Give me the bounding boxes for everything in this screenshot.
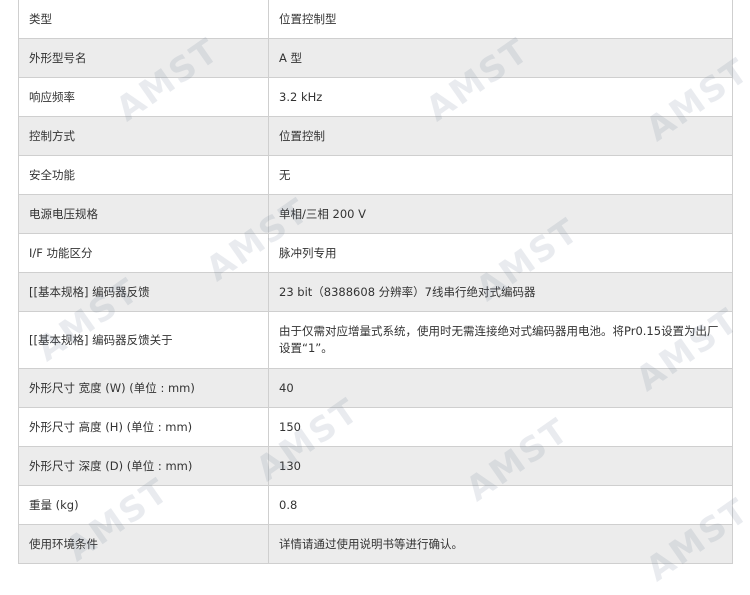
row-value: 由于仅需对应增量式系统，使用时无需连接绝对式编码器用电池。将Pr0.15设置为出… [268, 311, 733, 369]
row-value: 位置控制 [268, 116, 733, 156]
row-label: [[基本规格] 编码器反馈关于 [18, 311, 269, 369]
row-label: 控制方式 [18, 116, 269, 156]
row-label: 电源电压规格 [18, 194, 269, 234]
table-row: 使用环境条件 详情请通过使用说明书等进行确认。 [18, 524, 733, 564]
row-value: 23 bit（8388608 分辨率）7线串行绝对式编码器 [268, 272, 733, 312]
row-label: 重量 (kg) [18, 485, 269, 525]
table-row: 电源电压规格 单相/三相 200 V [18, 194, 733, 234]
row-label: 外形尺寸 宽度 (W) (单位 : mm) [18, 368, 269, 408]
table-row: 响应频率 3.2 kHz [18, 77, 733, 117]
row-label: 安全功能 [18, 155, 269, 195]
spec-table: 类型 位置控制型 外形型号名 A 型 响应频率 3.2 kHz 控制方式 位置控… [18, 0, 733, 564]
row-label: 外形尺寸 高度 (H) (单位 : mm) [18, 407, 269, 447]
row-value: 脉冲列专用 [268, 233, 733, 273]
row-label: 使用环境条件 [18, 524, 269, 564]
row-label: I/F 功能区分 [18, 233, 269, 273]
row-value: 3.2 kHz [268, 77, 733, 117]
table-row: 外形尺寸 深度 (D) (单位 : mm) 130 [18, 446, 733, 486]
table-row: I/F 功能区分 脉冲列专用 [18, 233, 733, 273]
row-label: 类型 [18, 0, 269, 39]
row-value: 位置控制型 [268, 0, 733, 39]
table-row: 外形尺寸 高度 (H) (单位 : mm) 150 [18, 407, 733, 447]
row-value: 0.8 [268, 485, 733, 525]
row-label: [[基本规格] 编码器反馈 [18, 272, 269, 312]
row-label: 外形尺寸 深度 (D) (单位 : mm) [18, 446, 269, 486]
row-label: 外形型号名 [18, 38, 269, 78]
table-row: 类型 位置控制型 [18, 0, 733, 39]
table-row: 外形尺寸 宽度 (W) (单位 : mm) 40 [18, 368, 733, 408]
table-row: [[基本规格] 编码器反馈关于 由于仅需对应增量式系统，使用时无需连接绝对式编码… [18, 311, 733, 369]
table-row: 外形型号名 A 型 [18, 38, 733, 78]
row-value: 40 [268, 368, 733, 408]
row-value: 无 [268, 155, 733, 195]
row-value: 单相/三相 200 V [268, 194, 733, 234]
table-row: 安全功能 无 [18, 155, 733, 195]
table-row: [[基本规格] 编码器反馈 23 bit（8388608 分辨率）7线串行绝对式… [18, 272, 733, 312]
row-label: 响应频率 [18, 77, 269, 117]
row-value: 详情请通过使用说明书等进行确认。 [268, 524, 733, 564]
table-row: 重量 (kg) 0.8 [18, 485, 733, 525]
row-value: 150 [268, 407, 733, 447]
row-value: A 型 [268, 38, 733, 78]
spec-page: 类型 位置控制型 外形型号名 A 型 响应频率 3.2 kHz 控制方式 位置控… [0, 0, 750, 595]
row-value: 130 [268, 446, 733, 486]
table-row: 控制方式 位置控制 [18, 116, 733, 156]
